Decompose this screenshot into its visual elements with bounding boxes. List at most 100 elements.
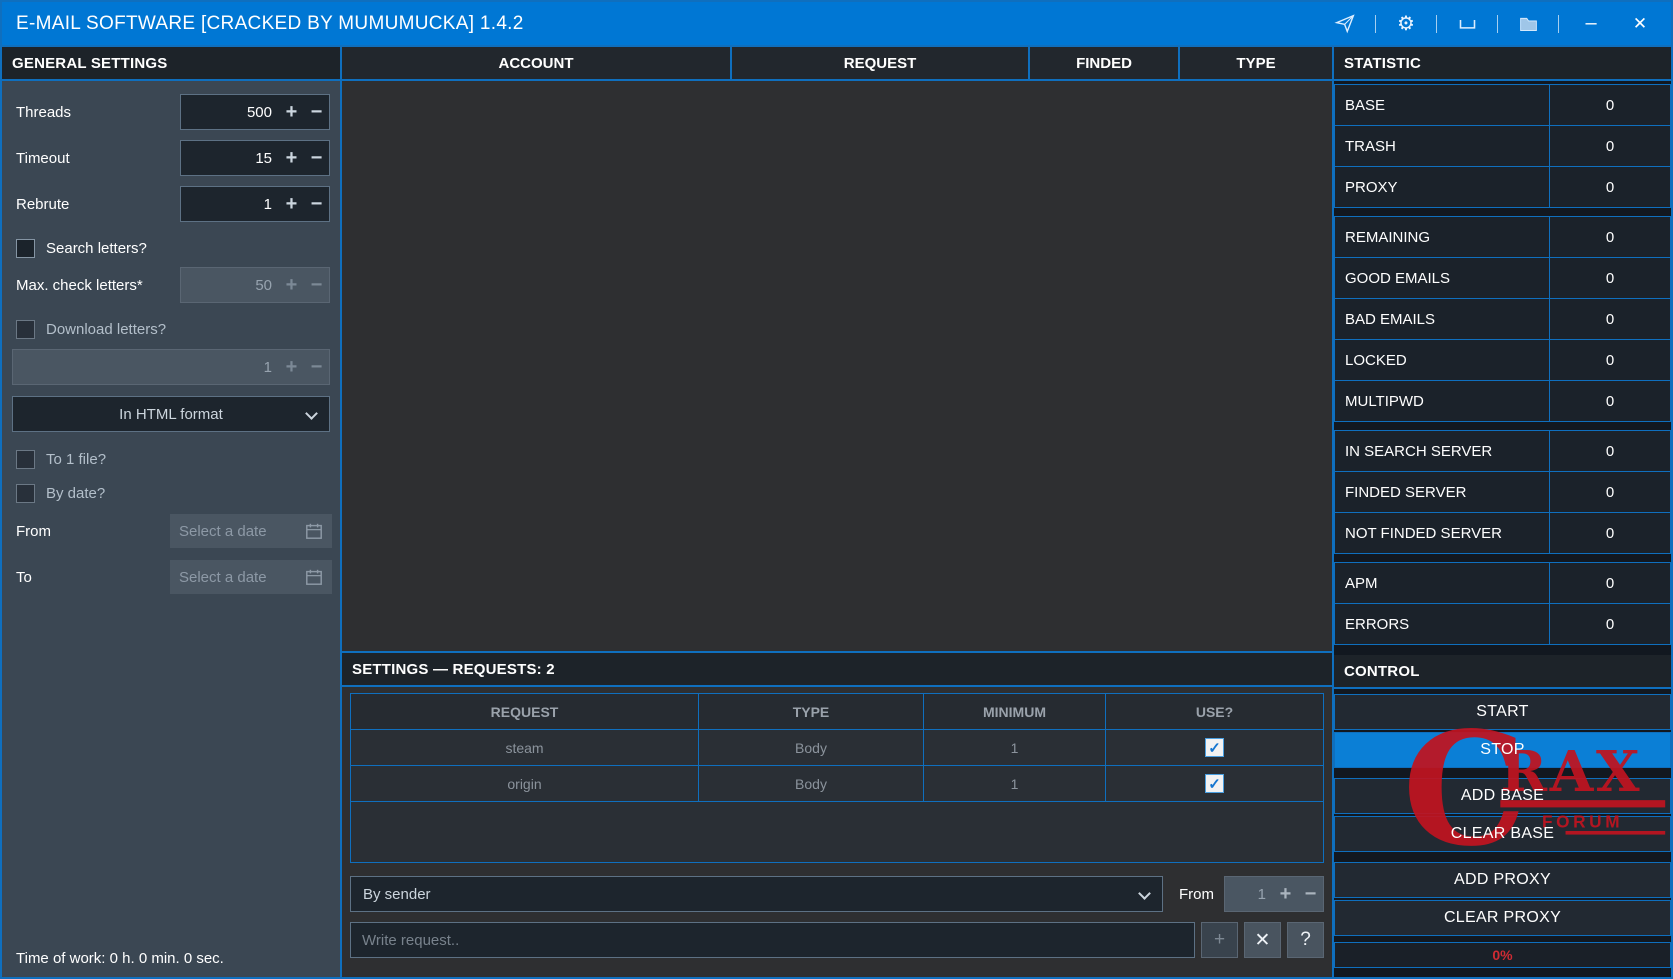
rebrute-input[interactable]: 1 + −: [180, 186, 330, 222]
letters-count-decrement-button[interactable]: −: [304, 350, 329, 384]
download-letters-row: Download letters?: [16, 318, 166, 340]
write-request-input[interactable]: [350, 922, 1195, 958]
requests-settings-content: REQUEST TYPE MINIMUM USE? steam Body 1 ✓: [342, 687, 1332, 979]
by-sender-dropdown[interactable]: By sender: [350, 876, 1163, 912]
titlebar-separator: [1558, 15, 1559, 33]
stat-value: 0: [1550, 85, 1670, 125]
use-checkbox-checked[interactable]: ✓: [1205, 738, 1224, 757]
add-base-button[interactable]: ADD BASE: [1334, 778, 1671, 814]
from-decrement-button[interactable]: −: [1298, 877, 1323, 911]
max-check-letters-label: Max. check letters*: [16, 277, 143, 294]
stop-button[interactable]: STOP: [1334, 732, 1671, 768]
request-minimum-cell: 1: [924, 766, 1106, 802]
rebrute-label: Rebrute: [16, 196, 69, 213]
max-check-letters-increment-button[interactable]: +: [279, 268, 304, 302]
search-letters-checkbox[interactable]: [16, 239, 35, 258]
help-button[interactable]: ?: [1287, 922, 1324, 958]
to-one-file-checkbox[interactable]: [16, 450, 35, 469]
request-type-cell: Body: [699, 730, 924, 766]
threads-decrement-button[interactable]: −: [304, 95, 329, 129]
timeout-label: Timeout: [16, 150, 70, 167]
rebrute-increment-button[interactable]: +: [279, 187, 304, 221]
minimize-button[interactable]: –: [1574, 12, 1608, 35]
date-to-field[interactable]: Select a date: [170, 560, 332, 594]
stat-row-not-finded-server: NOT FINDED SERVER 0: [1334, 512, 1671, 554]
date-from-placeholder: Select a date: [179, 523, 267, 540]
format-row: In HTML format: [2, 396, 340, 432]
table-row[interactable]: origin Body 1 ✓: [351, 766, 1323, 802]
request-use-cell: ✓: [1106, 730, 1323, 766]
send-mail-icon[interactable]: [1330, 10, 1360, 38]
stat-value: 0: [1550, 340, 1670, 380]
clear-proxy-button-label: CLEAR PROXY: [1444, 909, 1561, 927]
requests-column-minimum[interactable]: MINIMUM: [924, 694, 1106, 730]
clear-base-button[interactable]: CLEAR BASE: [1334, 816, 1671, 852]
console-icon[interactable]: [1452, 10, 1482, 38]
rebrute-decrement-button[interactable]: −: [304, 187, 329, 221]
from-value: 1: [1225, 886, 1273, 903]
timeout-decrement-button[interactable]: −: [304, 141, 329, 175]
stat-row-finded-server: FINDED SERVER 0: [1334, 471, 1671, 513]
download-letters-checkbox[interactable]: [16, 320, 35, 339]
requests-column-request[interactable]: REQUEST: [351, 694, 699, 730]
stat-value: 0: [1550, 563, 1670, 603]
by-sender-dropdown-value: By sender: [363, 886, 431, 903]
stat-label: BAD EMAILS: [1335, 299, 1550, 339]
results-column-request[interactable]: REQUEST: [732, 47, 1030, 79]
requests-column-type[interactable]: TYPE: [699, 694, 924, 730]
titlebar: E-MAIL SOFTWARE [CRACKED BY MUMUMUCKA] 1…: [2, 2, 1671, 47]
timeout-row: Timeout 15 + −: [2, 140, 340, 176]
results-table-body[interactable]: [342, 81, 1332, 653]
clear-proxy-button[interactable]: CLEAR PROXY: [1334, 900, 1671, 936]
titlebar-actions: ⚙ – ✕: [1330, 10, 1657, 38]
by-date-checkbox[interactable]: [16, 484, 35, 503]
to-one-file-row: To 1 file?: [16, 448, 106, 470]
gear-icon[interactable]: ⚙: [1391, 10, 1421, 38]
calendar-icon: [305, 522, 323, 540]
stat-label: FINDED SERVER: [1335, 472, 1550, 512]
to-one-file-label: To 1 file?: [46, 451, 106, 468]
letters-count-input[interactable]: 1 + −: [12, 349, 330, 385]
request-minimum-cell: 1: [924, 730, 1106, 766]
control-buttons: START STOP ADD BASE CLEAR BASE ADD PROXY…: [1334, 689, 1671, 979]
add-request-button[interactable]: +: [1201, 922, 1238, 958]
results-column-account[interactable]: ACCOUNT: [342, 47, 732, 79]
stat-label: MULTIPWD: [1335, 381, 1550, 421]
remove-request-button[interactable]: ✕: [1244, 922, 1281, 958]
stat-value: 0: [1550, 217, 1670, 257]
max-check-letters-decrement-button[interactable]: −: [304, 268, 329, 302]
threads-increment-button[interactable]: +: [279, 95, 304, 129]
timeout-input[interactable]: 15 + −: [180, 140, 330, 176]
date-from-label: From: [16, 523, 51, 540]
use-checkbox-checked[interactable]: ✓: [1205, 774, 1224, 793]
control-header: CONTROL: [1334, 655, 1671, 689]
format-dropdown[interactable]: In HTML format: [12, 396, 330, 432]
stat-row-remaining: REMAINING 0: [1334, 216, 1671, 258]
results-column-finded[interactable]: FINDED: [1030, 47, 1180, 79]
from-stepper[interactable]: 1 + −: [1224, 876, 1324, 912]
threads-input[interactable]: 500 + −: [180, 94, 330, 130]
close-button[interactable]: ✕: [1623, 14, 1657, 34]
titlebar-separator: [1497, 15, 1498, 33]
requests-column-use[interactable]: USE?: [1106, 694, 1323, 730]
from-increment-button[interactable]: +: [1273, 877, 1298, 911]
letters-count-increment-button[interactable]: +: [279, 350, 304, 384]
table-row[interactable]: steam Body 1 ✓: [351, 730, 1323, 766]
folder-icon[interactable]: [1513, 10, 1543, 38]
statistic-rows: BASE 0 TRASH 0 PROXY 0 REMAINING: [1334, 81, 1671, 655]
spacer: [1334, 770, 1671, 778]
download-letters-label: Download letters?: [46, 321, 166, 338]
date-from-field[interactable]: Select a date: [170, 514, 332, 548]
add-proxy-button[interactable]: ADD PROXY: [1334, 862, 1671, 898]
results-column-type[interactable]: TYPE: [1180, 47, 1332, 79]
max-check-letters-input[interactable]: 50 + −: [180, 267, 330, 303]
request-name-cell: origin: [351, 766, 699, 802]
threads-row: Threads 500 + −: [2, 94, 340, 130]
start-button[interactable]: START: [1334, 694, 1671, 730]
stat-label: REMAINING: [1335, 217, 1550, 257]
format-dropdown-value: In HTML format: [119, 406, 223, 423]
stat-label: ERRORS: [1335, 604, 1550, 644]
timeout-increment-button[interactable]: +: [279, 141, 304, 175]
chevron-down-icon: [1138, 887, 1151, 900]
rebrute-value: 1: [181, 196, 279, 213]
